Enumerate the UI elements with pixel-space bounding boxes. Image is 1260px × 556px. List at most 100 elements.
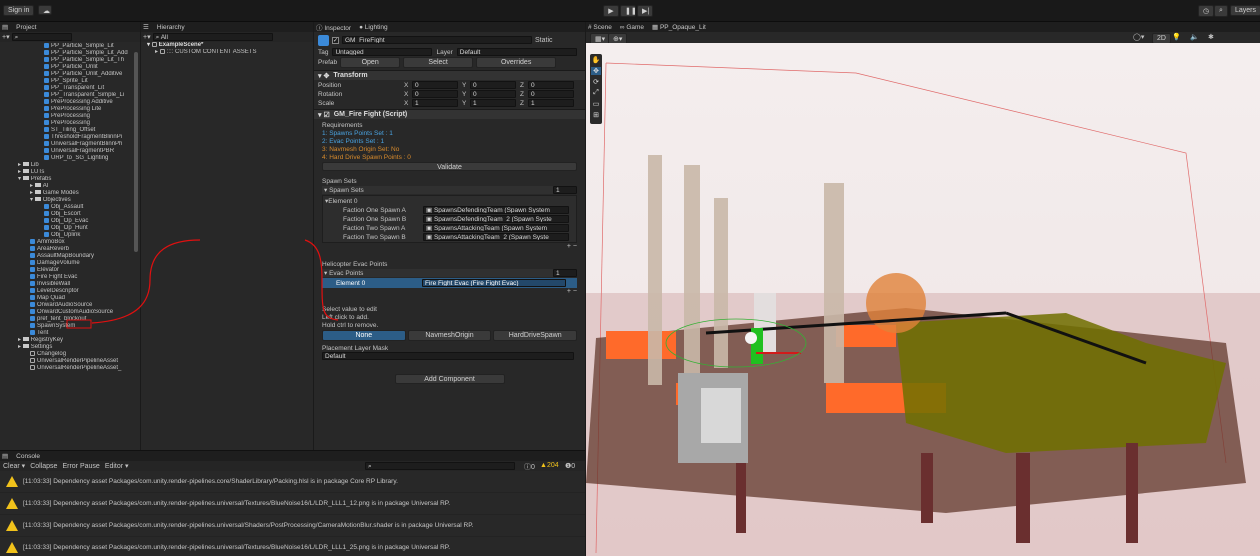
- rotation-y-field[interactable]: 0: [470, 90, 516, 98]
- project-asset[interactable]: DamageVolume: [0, 260, 140, 267]
- layer-dropdown[interactable]: Default: [456, 48, 577, 56]
- tab-lighting[interactable]: ● Lighting: [359, 24, 388, 31]
- project-asset[interactable]: AmmoBox: [0, 239, 140, 246]
- project-asset[interactable]: PP_Particle_Unlit: [0, 64, 140, 71]
- element0-foldout[interactable]: ▾ Element 0: [325, 197, 574, 206]
- project-search-input[interactable]: ⌕: [11, 33, 72, 41]
- mode-harddrive-button[interactable]: HardDriveSpawn: [493, 330, 578, 341]
- project-folder[interactable]: ▸ LUTs: [0, 169, 140, 176]
- project-asset[interactable]: Tent: [0, 330, 140, 337]
- project-folder[interactable]: ▸ RegistryKey: [0, 337, 140, 344]
- scale-x-field[interactable]: 1: [412, 99, 458, 107]
- project-asset[interactable]: PreProcessing: [0, 120, 140, 127]
- project-asset[interactable]: Obj_Op_Evac: [0, 218, 140, 225]
- project-asset[interactable]: AreaReverb: [0, 246, 140, 253]
- add-evac-button[interactable]: +: [567, 288, 571, 295]
- project-folder[interactable]: ▸ Settings: [0, 344, 140, 351]
- console-tab[interactable]: ▤ Console: [0, 451, 585, 461]
- project-asset[interactable]: OnwardAudioSource: [0, 302, 140, 309]
- evac-element0[interactable]: Element 0 Fire Fight Evac (Fire Fight Ev…: [322, 278, 577, 288]
- position-z-field[interactable]: 0: [528, 81, 574, 89]
- project-asset[interactable]: Fire Fight Evac: [0, 274, 140, 281]
- console-row[interactable]: [11:03:33] Dependency asset Packages/com…: [0, 493, 585, 515]
- project-asset[interactable]: ThresholdFragmentBlinnPi: [0, 134, 140, 141]
- project-asset[interactable]: ST_Tiling_Offset: [0, 127, 140, 134]
- project-asset[interactable]: Map Quad: [0, 295, 140, 302]
- prefab-open-button[interactable]: Open: [340, 56, 401, 68]
- move-gizmo-handle[interactable]: [745, 332, 757, 344]
- lighting-toggle-icon[interactable]: 💡: [1172, 33, 1181, 41]
- position-x-field[interactable]: 0: [412, 81, 458, 89]
- clear-button[interactable]: Clear ▾: [3, 462, 25, 470]
- project-asset[interactable]: Changelog: [0, 351, 140, 358]
- rotation-x-field[interactable]: 0: [412, 90, 458, 98]
- hand-tool-icon[interactable]: ✋: [592, 56, 601, 64]
- spawn-sets-foldout[interactable]: ▾ Spawn Sets 1: [322, 186, 577, 194]
- layers-dropdown[interactable]: Layers: [1230, 5, 1260, 16]
- scale-tool-icon[interactable]: ⤢: [593, 89, 599, 97]
- project-asset[interactable]: Elevator: [0, 267, 140, 274]
- project-asset[interactable]: AssaultMapBoundary: [0, 253, 140, 260]
- warning-count[interactable]: ▲204: [540, 462, 559, 469]
- project-asset[interactable]: LevelDescriptor: [0, 288, 140, 295]
- remove-evac-button[interactable]: −: [573, 288, 577, 295]
- project-folder[interactable]: ▾ Prefabs: [0, 176, 140, 183]
- project-asset[interactable]: Obj_Op_Hunt: [0, 225, 140, 232]
- evac-points-count[interactable]: 1: [553, 269, 577, 277]
- error-count[interactable]: ⓘ0: [524, 462, 535, 472]
- rect-tool-icon[interactable]: ▭: [593, 100, 600, 108]
- project-asset[interactable]: UniversalRenderPipelineAsset_: [0, 365, 140, 372]
- project-asset[interactable]: PP_Transparent_Lit: [0, 85, 140, 92]
- project-tab[interactable]: ▤ Project: [0, 22, 140, 32]
- static-toggle[interactable]: Static: [535, 37, 553, 44]
- project-asset[interactable]: PreProcessing: [0, 113, 140, 120]
- console-row[interactable]: [11:03:33] Dependency asset Packages/com…: [0, 515, 585, 537]
- mode-none-button[interactable]: None: [322, 330, 406, 341]
- spawn-sets-count[interactable]: 1: [553, 186, 577, 194]
- transform-tool-icon[interactable]: ⊞: [593, 111, 599, 119]
- project-asset[interactable]: SpawnSystem: [0, 323, 140, 330]
- hierarchy-item[interactable]: ▸ :::: CUSTOM CONTENT ASSETS: [147, 49, 313, 56]
- audio-toggle-icon[interactable]: 🔈: [1190, 33, 1199, 41]
- project-asset[interactable]: UniversalRenderPipelineAsset: [0, 358, 140, 365]
- search-icon[interactable]: ⌕: [1214, 5, 1228, 17]
- rotation-z-field[interactable]: 0: [528, 90, 574, 98]
- step-button[interactable]: ▶|: [637, 5, 653, 17]
- add-icon[interactable]: +▾: [143, 33, 151, 41]
- evac-element0-field[interactable]: Fire Fight Evac (Fire Fight Evac): [422, 279, 566, 287]
- rotate-tool-icon[interactable]: ⟳: [593, 78, 599, 86]
- move-tool-icon[interactable]: ✥: [591, 67, 601, 75]
- pause-button[interactable]: ❚❚: [620, 5, 637, 17]
- spawn-object-field[interactable]: ▣ SpawnsDefendingTeam (Spawn System: [423, 206, 569, 214]
- add-component-button[interactable]: Add Component: [394, 374, 505, 384]
- project-folder[interactable]: ▸ Game Modes: [0, 190, 140, 197]
- project-asset[interactable]: pref_tent_blockout: [0, 316, 140, 323]
- project-asset[interactable]: PP_Particle_Simple_Lit_Th: [0, 57, 140, 64]
- project-asset[interactable]: Obj_Escort: [0, 211, 140, 218]
- scale-y-field[interactable]: 1: [470, 99, 516, 107]
- tab-game[interactable]: ∞ Game: [620, 24, 644, 31]
- project-asset[interactable]: PP_Sprite_Lit: [0, 78, 140, 85]
- project-scrollbar[interactable]: [134, 52, 138, 252]
- project-asset[interactable]: PP_Transparent_Simple_Li: [0, 92, 140, 99]
- tag-dropdown[interactable]: Untagged: [332, 48, 433, 56]
- effects-toggle-icon[interactable]: ✱: [1208, 33, 1214, 41]
- position-y-field[interactable]: 0: [470, 81, 516, 89]
- mode-navmesh-button[interactable]: NavmeshOrigin: [407, 330, 492, 341]
- project-asset[interactable]: PP_Particle_Simple_Lit: [0, 43, 140, 50]
- prefab-select-button[interactable]: Select: [403, 56, 474, 68]
- project-asset[interactable]: OnwardCustomAudioSource: [0, 309, 140, 316]
- project-asset[interactable]: Obj_Uplink: [0, 232, 140, 239]
- spawn-object-field[interactable]: ▣ SpawnsAttackingTeam (Spawn System: [423, 224, 569, 232]
- scene-root[interactable]: ▾ ExampleScene*: [147, 42, 313, 49]
- spawn-object-field[interactable]: ▣ SpawnsDefendingTeam_2 (Spawn Syste: [423, 215, 569, 223]
- project-asset[interactable]: PP_Particle_Unlit_Additive: [0, 71, 140, 78]
- spawn-object-field[interactable]: ▣ SpawnsAttackingTeam_2 (Spawn Syste: [423, 233, 569, 241]
- project-asset[interactable]: UniversalFragmentPBR: [0, 148, 140, 155]
- validate-button[interactable]: Validate: [322, 162, 577, 171]
- transform-header[interactable]: ▾ ✥ Transform: [314, 70, 585, 80]
- scene-view[interactable]: # Scene ∞ Game ▦ PP_Opaque_Lit ▦▾ ⊕▾ ◯▾ …: [585, 22, 1260, 556]
- project-asset[interactable]: PreProcessing Additive: [0, 99, 140, 106]
- project-asset[interactable]: Obj_Assault: [0, 204, 140, 211]
- play-button[interactable]: ▶: [603, 5, 619, 17]
